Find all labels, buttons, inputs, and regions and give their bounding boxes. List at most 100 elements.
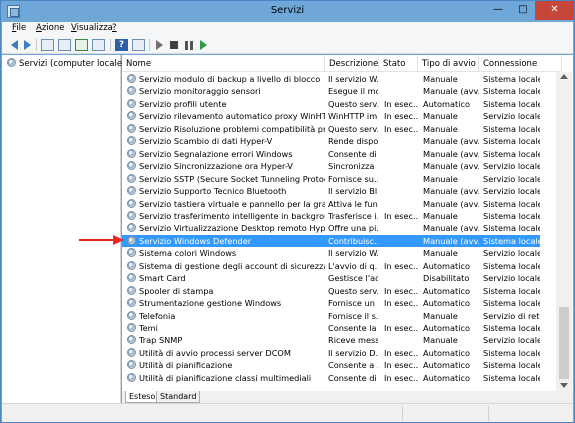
table-header: Nome ^ Descrizione Stato Tipo di avvio C… bbox=[122, 55, 562, 72]
table-row[interactable]: Spooler di stampa Questo serv... In esec..… bbox=[122, 285, 540, 297]
menu-file[interactable]: File bbox=[12, 23, 26, 33]
service-name-text: Servizio modulo di backup a livello di b… bbox=[139, 74, 321, 84]
service-startup-type: Manuale bbox=[423, 74, 458, 84]
service-status: In esec... bbox=[384, 298, 418, 309]
export-icon[interactable] bbox=[92, 39, 105, 51]
table-row[interactable]: Servizio Segnalazione errori Windows Cons… bbox=[122, 148, 540, 160]
service-startup-type: Manuale (avv... bbox=[423, 148, 479, 159]
service-name-text: Servizio Scambio di dati Hyper-V bbox=[139, 136, 273, 147]
service-name-text: Servizio rilevamento automatico proxy Wi… bbox=[139, 111, 325, 122]
service-status: In esec... bbox=[384, 360, 418, 371]
pause-icon[interactable] bbox=[185, 41, 193, 50]
service-name: Trap SNMP bbox=[125, 334, 325, 346]
refresh-icon[interactable] bbox=[75, 39, 88, 51]
service-logon-as: Servizio locale bbox=[483, 248, 540, 259]
vertical-scrollbar[interactable] bbox=[556, 72, 572, 391]
service-name: Temi bbox=[125, 322, 325, 334]
service-description: Fornisce un ... bbox=[328, 298, 378, 309]
menu-bar: File Azione Visualizza ? bbox=[2, 22, 573, 36]
column-header-tipo-avvio[interactable]: Tipo di avvio bbox=[418, 55, 479, 72]
service-logon-as: Sistema locale bbox=[483, 360, 540, 371]
service-logon-as: Sistema locale bbox=[483, 136, 540, 147]
table-row[interactable]: Servizio profili utente Questo serv... In … bbox=[122, 98, 540, 110]
table-row[interactable]: Servizio monitoraggio sensori Esegue il m… bbox=[122, 85, 540, 97]
table-row[interactable]: Servizio Sincronizzazione ora Hyper-V Sin… bbox=[122, 160, 540, 172]
maximize-button[interactable]: □ bbox=[511, 1, 535, 20]
menu-help[interactable]: ? bbox=[112, 23, 117, 33]
forward-icon[interactable] bbox=[24, 40, 31, 50]
service-name: Servizio profili utente bbox=[125, 98, 325, 110]
help-icon[interactable]: ? bbox=[115, 39, 128, 51]
table-row-selected[interactable]: Servizio Windows Defender Contribuisc... M… bbox=[122, 234, 540, 248]
status-separator bbox=[402, 406, 403, 421]
table-row[interactable]: Strumentazione gestione Windows Fornisce … bbox=[122, 297, 540, 309]
service-startup-type: Manuale (avv... bbox=[423, 235, 479, 246]
column-header-descrizione[interactable]: Descrizione bbox=[325, 55, 379, 72]
service-name: Servizio tastiera virtuale e pannello pe… bbox=[125, 198, 325, 210]
table-row[interactable]: Servizio Scambio di dati Hyper-V Rende di… bbox=[122, 135, 540, 147]
service-logon-as: Sistema locale bbox=[483, 98, 540, 109]
back-icon[interactable] bbox=[11, 40, 18, 50]
menu-azione[interactable]: Azione bbox=[36, 23, 64, 33]
table-row[interactable]: Smart Card Gestisce l'ac... Disabilitato Se… bbox=[122, 272, 540, 284]
service-description: WinHTTP im... bbox=[328, 111, 378, 122]
service-name: Servizio Windows Defender bbox=[125, 235, 325, 247]
table-row[interactable]: Servizio Risoluzione problemi compatibil… bbox=[122, 123, 540, 135]
service-name-text: Servizio profili utente bbox=[139, 98, 227, 109]
service-startup-type: Manuale (avv... bbox=[423, 223, 479, 234]
services-list: Nome ^ Descrizione Stato Tipo di avvio C… bbox=[122, 55, 573, 391]
table-row[interactable]: Servizio rilevamento automatico proxy Wi… bbox=[122, 110, 540, 122]
scrollbar-thumb[interactable] bbox=[559, 307, 569, 379]
scroll-down-icon[interactable] bbox=[560, 383, 568, 388]
start-icon[interactable] bbox=[156, 40, 163, 50]
service-name-text: Servizio Risoluzione problemi compatibil… bbox=[139, 123, 325, 134]
restart-icon[interactable] bbox=[200, 40, 207, 50]
console-tree-icon[interactable] bbox=[41, 39, 54, 51]
tree-item-services-local[interactable]: Servizi (computer locale) bbox=[7, 58, 125, 69]
service-status: In esec... bbox=[384, 210, 418, 221]
properties-sheet-icon[interactable] bbox=[132, 39, 145, 51]
column-header-connessione[interactable]: Connessione bbox=[479, 55, 562, 72]
tab-esteso[interactable]: Esteso bbox=[125, 391, 160, 403]
service-description: Sincronizza ... bbox=[328, 161, 378, 172]
table-row[interactable]: Servizio SSTP (Secure Socket Tunneling P… bbox=[122, 173, 540, 185]
table-row[interactable]: Trap SNMP Riceve mess... Manuale Servizio l… bbox=[122, 334, 540, 346]
service-description: Trasferisce i... bbox=[328, 210, 378, 221]
service-name: Telefonia bbox=[125, 310, 325, 322]
table-row[interactable]: Servizio tastiera virtuale e pannello pe… bbox=[122, 198, 540, 210]
table-row[interactable]: Utilità di pianificazione classi multime… bbox=[122, 372, 540, 384]
table-row[interactable]: Servizio Supporto Tecnico Bluetooth Il se… bbox=[122, 185, 540, 197]
table-row[interactable]: Temi Consente la ... In esec... Automatico S… bbox=[122, 322, 540, 334]
service-name-text: Servizio Windows Defender bbox=[139, 235, 252, 246]
minimize-button[interactable]: — bbox=[485, 1, 511, 20]
title-bar[interactable]: Servizi — □ ✕ bbox=[1, 1, 574, 22]
table-row[interactable]: Utilità di avvio processi server DCOM Il … bbox=[122, 347, 540, 359]
service-name-text: Telefonia bbox=[139, 310, 176, 321]
properties-icon[interactable] bbox=[58, 39, 71, 51]
table-row[interactable]: Servizio Virtualizzazione Desktop remoto… bbox=[122, 222, 540, 234]
tab-standard[interactable]: Standard bbox=[156, 391, 201, 403]
close-button[interactable]: ✕ bbox=[535, 1, 574, 20]
table-row[interactable]: Telefonia Fornisce il s... Manuale Servizio… bbox=[122, 310, 540, 322]
service-description: Consente la ... bbox=[328, 323, 378, 333]
table-row[interactable]: Servizio modulo di backup a livello di b… bbox=[122, 73, 540, 85]
service-name: Utilità di pianificazione classi multime… bbox=[125, 372, 325, 384]
service-gear-icon bbox=[127, 285, 136, 295]
scroll-up-icon[interactable] bbox=[560, 74, 568, 79]
service-description: Consente di ... bbox=[328, 148, 378, 159]
stop-icon[interactable] bbox=[170, 41, 178, 49]
service-name-text: Sistema di gestione degli account di sic… bbox=[139, 260, 325, 271]
service-startup-type: Manuale (avv... bbox=[423, 161, 479, 172]
table-row[interactable]: Sistema colori Windows Il servizio W... Ma… bbox=[122, 247, 540, 259]
column-header-stato[interactable]: Stato bbox=[379, 55, 418, 72]
menu-visualizza[interactable]: Visualizza bbox=[71, 23, 113, 33]
table-row[interactable]: Utilità di pianificazione Consente a ... I… bbox=[122, 359, 540, 371]
service-description: Offre una pi... bbox=[328, 223, 378, 234]
service-logon-as: Servizio di rete bbox=[483, 310, 540, 321]
service-logon-as: Servizio locale bbox=[483, 186, 540, 197]
table-row[interactable]: Servizio trasferimento intelligente in b… bbox=[122, 210, 540, 222]
service-name: Smart Card bbox=[125, 272, 325, 284]
table-row[interactable]: Sistema di gestione degli account di sic… bbox=[122, 260, 540, 272]
service-startup-type: Manuale bbox=[423, 248, 458, 259]
service-name-text: Servizio Supporto Tecnico Bluetooth bbox=[139, 186, 287, 197]
